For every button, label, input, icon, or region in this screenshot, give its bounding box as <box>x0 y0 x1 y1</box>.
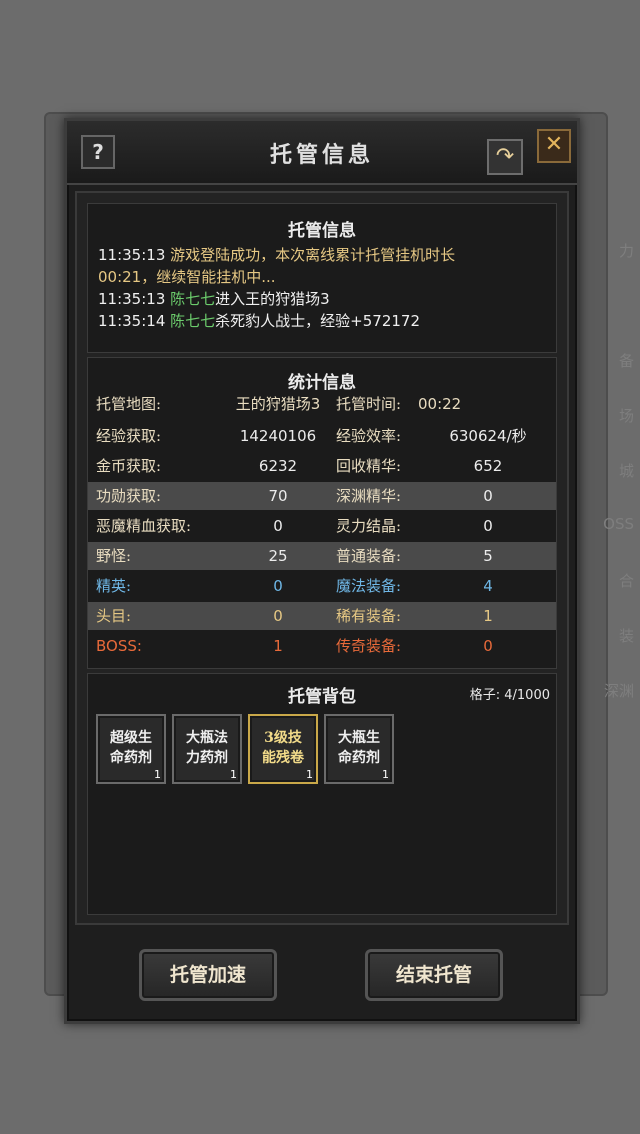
stat-value: 0 <box>273 607 283 625</box>
bag-slot[interactable]: 大瓶法 力药剂 1 <box>172 714 242 784</box>
stat-value: 4 <box>483 577 493 595</box>
stat-value: 1 <box>273 637 283 655</box>
stat-value: 00:22 <box>418 395 462 413</box>
bag-slot[interactable]: 超级生 命药剂 1 <box>96 714 166 784</box>
log-text: 游戏登陆成功，本次离线累计托管挂机时长 <box>170 246 456 264</box>
stats-row: 头目: 0 稀有装备: 1 <box>88 602 556 630</box>
stats-row: 恶魔精血获取: 0 灵力结晶: 0 <box>88 512 556 540</box>
item-name: 3级技 能残卷 <box>262 730 304 766</box>
bag-slot[interactable]: 大瓶生 命药剂 1 <box>324 714 394 784</box>
content-frame: 托管信息 11:35:13 游戏登陆成功，本次离线累计托管挂机时长 00:21，… <box>75 191 569 925</box>
stat-label: 金币获取: <box>96 457 162 475</box>
log-time: 11:35:13 <box>98 246 166 264</box>
item-count: 1 <box>154 768 161 781</box>
stat-value: 0 <box>483 637 493 655</box>
log-entry: 11:35:14 陈七七杀死豹人战士，经验+572172 <box>98 310 546 332</box>
stat-label: 精英: <box>96 577 132 595</box>
stat-label: 传奇装备: <box>336 637 402 655</box>
bg-label: 力 <box>618 242 634 260</box>
stat-label: 经验效率: <box>336 427 402 445</box>
bg-label: 备 <box>618 352 634 370</box>
close-button[interactable]: ✕ <box>537 129 571 163</box>
bg-label: 装 <box>618 627 634 645</box>
stat-label: 回收精华: <box>336 457 402 475</box>
stat-value: 5 <box>483 547 493 565</box>
stat-label: BOSS: <box>96 637 142 655</box>
stat-value: 0 <box>483 487 493 505</box>
stats-row: BOSS: 1 传奇装备: 0 <box>88 632 556 660</box>
stat-value: 王的狩猎场3 <box>235 395 321 413</box>
stat-label: 经验获取: <box>96 427 162 445</box>
stats-row: 功勋获取: 70 深渊精华: 0 <box>88 482 556 510</box>
item-name: 大瓶法 力药剂 <box>186 730 228 766</box>
stat-label: 头目: <box>96 607 132 625</box>
share-button[interactable]: ↷ <box>487 139 523 175</box>
item-count: 1 <box>230 768 237 781</box>
stat-label: 功勋获取: <box>96 487 162 505</box>
log-time: 11:35:13 <box>98 290 166 308</box>
hosting-info-window: ? 托管信息 ↷ ✕ 托管信息 11:35:13 游戏登陆成功，本次离线累计托管… <box>64 118 580 1024</box>
log-list: 11:35:13 游戏登陆成功，本次离线累计托管挂机时长 00:21，继续智能挂… <box>98 244 546 332</box>
stats-row: 经验获取: 14240106 经验效率: 630624/秒 <box>88 422 556 450</box>
log-title: 托管信息 <box>288 221 356 241</box>
bg-label: 深渊 <box>603 682 634 700</box>
stat-value: 6232 <box>258 457 298 475</box>
close-icon: ✕ <box>544 132 564 157</box>
stat-value: 70 <box>268 487 288 505</box>
item-name: 大瓶生 命药剂 <box>338 730 380 766</box>
stats-row: 金币获取: 6232 回收精华: 652 <box>88 452 556 480</box>
log-entry: 11:35:13 游戏登陆成功，本次离线累计托管挂机时长 00:21，继续智能挂… <box>98 244 546 288</box>
stat-label: 托管时间: <box>336 395 402 413</box>
stat-label: 魔法装备: <box>336 577 402 595</box>
bg-label: OSS <box>603 515 634 533</box>
bg-label: 合 <box>618 572 634 590</box>
stat-value: 652 <box>473 457 503 475</box>
bag-capacity: 格子: 4/1000 <box>469 688 550 703</box>
log-section: 托管信息 11:35:13 游戏登陆成功，本次离线累计托管挂机时长 00:21，… <box>87 203 557 353</box>
log-text: 杀死豹人战士，经验+572172 <box>215 312 421 330</box>
stats-row: 精英: 0 魔法装备: 4 <box>88 572 556 600</box>
stats-section: 统计信息 托管地图: 王的狩猎场3 托管时间: 00:22 经验获取: 1424… <box>87 357 557 669</box>
bg-label: 城 <box>618 462 634 480</box>
item-name: 超级生 命药剂 <box>110 730 152 766</box>
stat-value: 25 <box>268 547 288 565</box>
stat-label: 普通装备: <box>336 547 402 565</box>
stat-value: 630624/秒 <box>449 427 527 445</box>
background-side-labels: 力 备 场 城 OSS 合 装 深渊 <box>592 120 640 740</box>
bag-section: 托管背包 格子: 4/1000 超级生 命药剂 1 大瓶法 力药剂 1 3级技 能残卷… <box>87 673 557 915</box>
log-time: 11:35:14 <box>98 312 166 330</box>
stat-label: 恶魔精血获取: <box>96 517 192 535</box>
stats-row: 野怪: 25 普通装备: 5 <box>88 542 556 570</box>
stat-label: 深渊精华: <box>336 487 402 505</box>
stat-label: 稀有装备: <box>336 607 402 625</box>
stat-value: 1 <box>483 607 493 625</box>
title-bar: ? 托管信息 ↷ ✕ <box>67 121 577 185</box>
item-count: 1 <box>382 768 389 781</box>
stat-value: 0 <box>273 577 283 595</box>
item-count: 1 <box>306 768 313 781</box>
end-hosting-button[interactable]: 结束托管 <box>365 949 503 1001</box>
bg-label: 场 <box>618 407 634 425</box>
stat-value: 0 <box>273 517 283 535</box>
stats-row: 托管地图: 王的狩猎场3 托管时间: 00:22 <box>88 390 556 418</box>
stat-label: 托管地图: <box>96 395 162 413</box>
share-arrow-icon: ↷ <box>495 144 515 169</box>
log-text-continued: 00:21，继续智能挂机中... <box>98 268 276 286</box>
log-entry: 11:35:13 陈七七进入王的狩猎场3 <box>98 288 546 310</box>
speed-up-button[interactable]: 托管加速 <box>139 949 277 1001</box>
stat-value: 14240106 <box>239 427 317 445</box>
player-name: 陈七七 <box>170 290 216 308</box>
stat-label: 野怪: <box>96 547 132 565</box>
stat-label: 灵力结晶: <box>336 517 402 535</box>
player-name: 陈七七 <box>170 312 216 330</box>
bag-slot-selected[interactable]: 3级技 能残卷 1 <box>248 714 318 784</box>
log-text: 进入王的狩猎场3 <box>215 290 330 308</box>
stat-value: 0 <box>483 517 493 535</box>
